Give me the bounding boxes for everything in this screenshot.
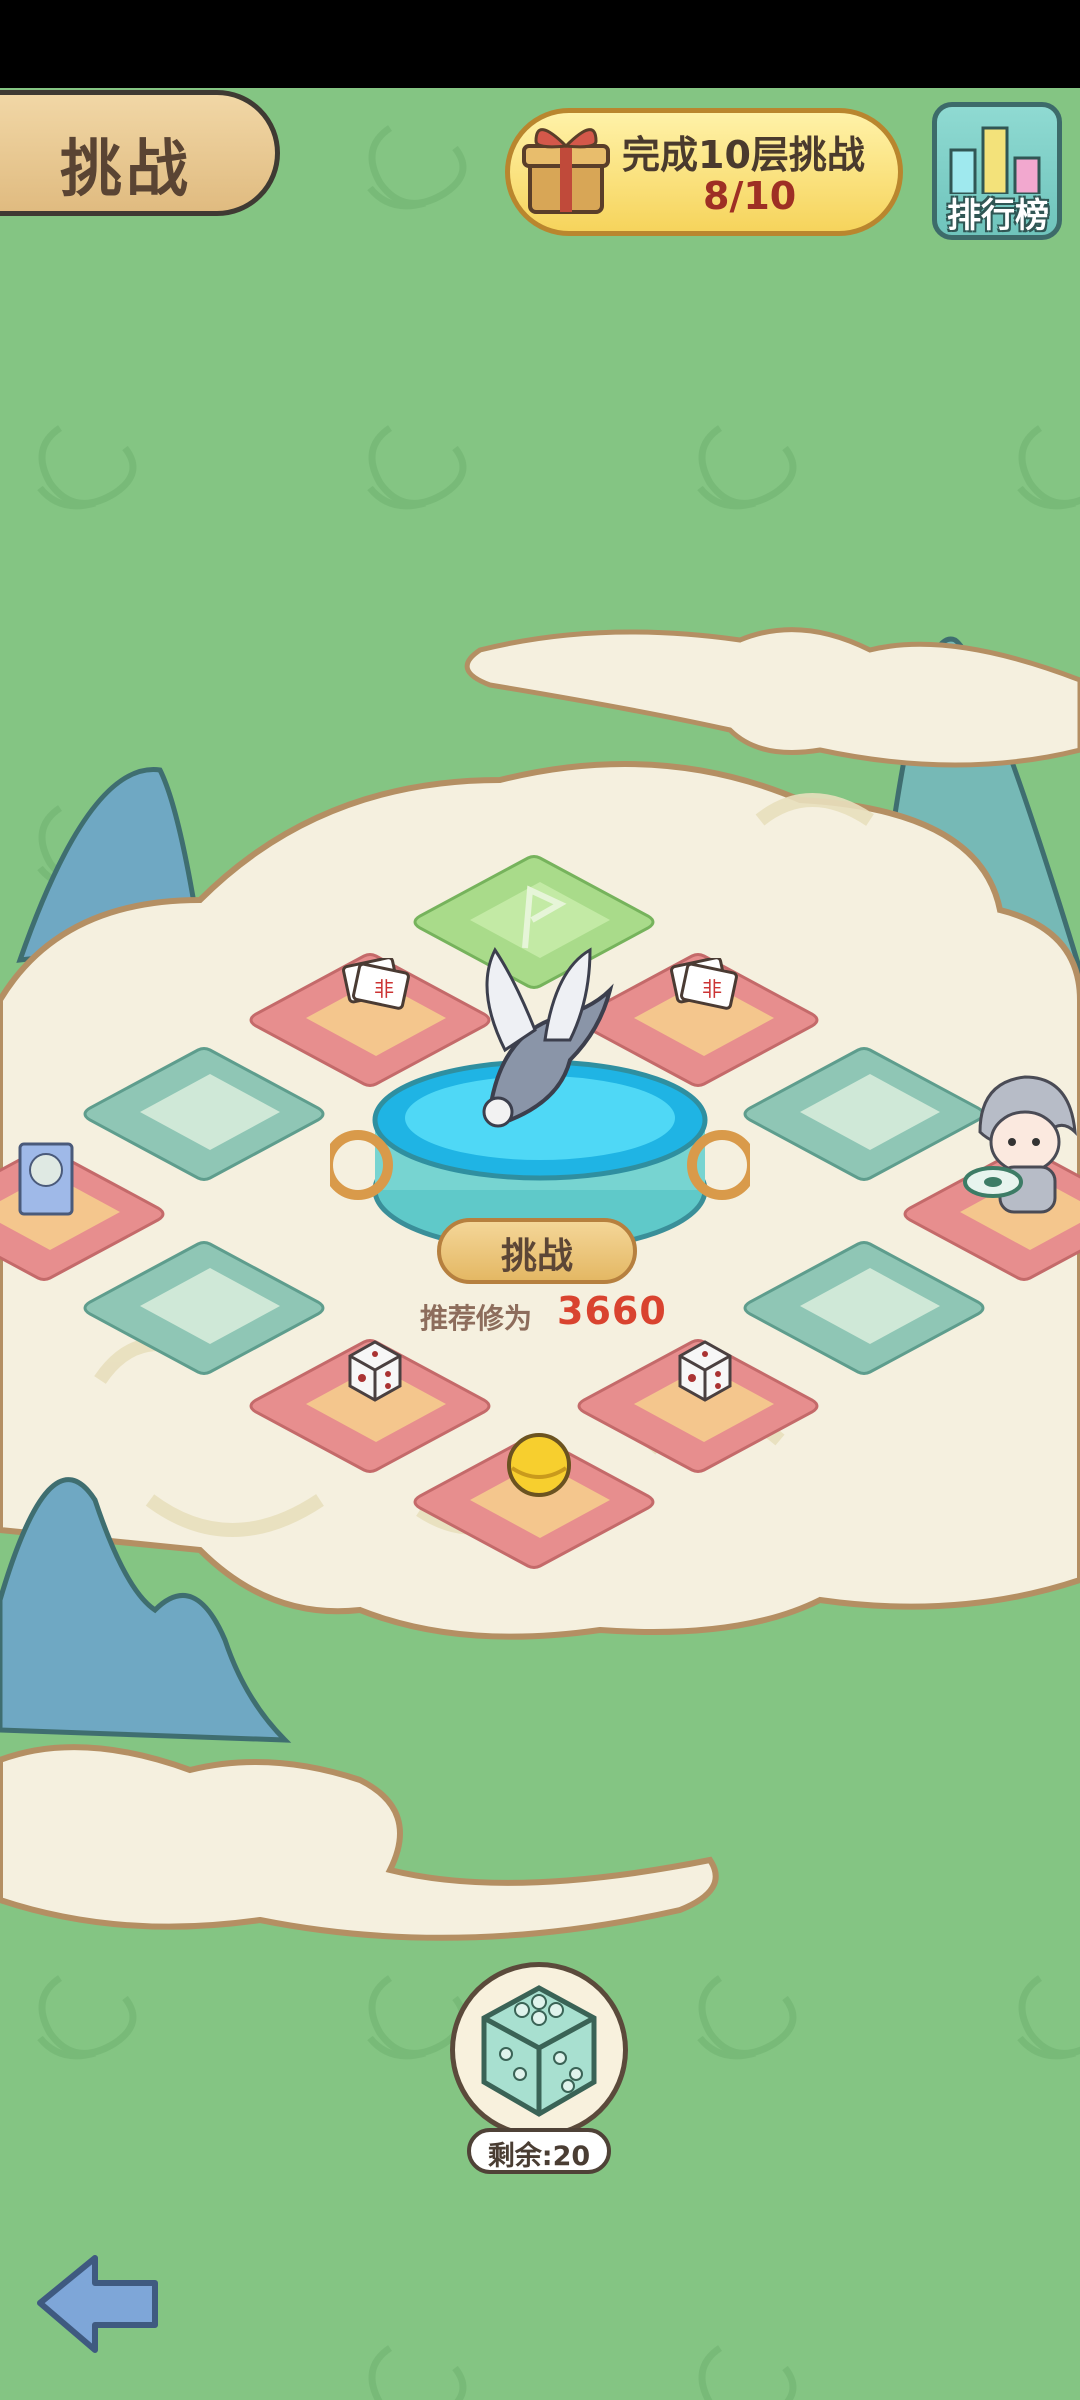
task-title: 完成10层挑战 (622, 133, 865, 177)
bar-chart-icon (949, 126, 1041, 194)
gold-orb-icon (507, 1433, 571, 1497)
recommend-power-value: 3660 (557, 1289, 667, 1333)
status-bar (0, 0, 1080, 88)
ranking-label: 排行榜 (947, 196, 1049, 236)
dice-icon (348, 1340, 402, 1402)
dice-icon (481, 1985, 597, 2117)
character-card-icon (18, 1142, 74, 1216)
page-title: 挑战 (60, 132, 193, 205)
task-progress: 8/10 (703, 174, 797, 218)
hero-character[interactable] (960, 1072, 1080, 1222)
dice-icon (678, 1340, 732, 1402)
challenge-button-label: 挑战 (500, 1236, 573, 1277)
gift-icon (522, 128, 610, 214)
recommend-power-label: 推荐修为 (420, 1302, 533, 1335)
back-arrow-icon[interactable] (30, 2248, 162, 2358)
remaining-count: 剩余:20 (487, 2141, 591, 2172)
